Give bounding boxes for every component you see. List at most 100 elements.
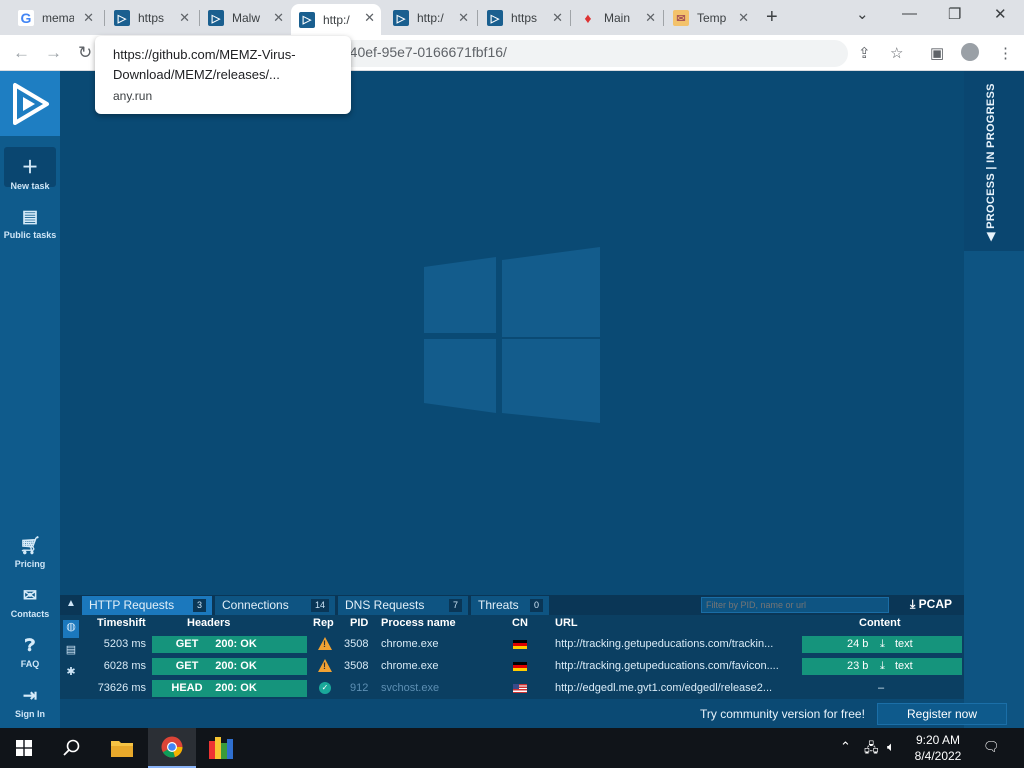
anyrun-sidebar: ＋ New task ▤ Public tasks 🛒︎ Pricing ✉ C… — [0, 71, 60, 728]
count-badge: 0 — [529, 599, 543, 612]
col-url: URL — [555, 617, 578, 629]
anyrun-logo[interactable] — [0, 71, 60, 136]
col-rep: Rep — [313, 617, 334, 629]
sidebar-item-sign-in[interactable]: ⇥ Sign In — [0, 686, 60, 719]
sidebar-item-faq[interactable]: ❓︎ FAQ — [0, 636, 60, 669]
sidebar-item-public-tasks[interactable]: ▤ Public tasks — [0, 207, 60, 240]
status-badge: GET 200: OK — [152, 658, 307, 675]
close-icon[interactable]: ✕ — [83, 10, 94, 26]
new-tab-button[interactable]: + — [766, 6, 778, 29]
tooltip-host: any.run — [113, 89, 153, 103]
close-icon[interactable]: ✕ — [179, 10, 190, 26]
forward-icon[interactable]: → — [45, 43, 62, 63]
pcap-button[interactable]: ⤓ PCAP — [910, 597, 952, 612]
browser-tab[interactable]: G mema ✕ — [10, 4, 100, 32]
start-button[interactable] — [0, 728, 48, 768]
count-badge: 3 — [192, 599, 206, 612]
network-icon[interactable]: 🖧︎ — [864, 739, 879, 761]
panel-side-nav: ◍ ▤ ✱ — [60, 615, 82, 699]
close-icon[interactable]: ✕ — [458, 10, 469, 26]
col-pid: PID — [350, 617, 369, 629]
globe-icon[interactable]: ◍ — [63, 620, 79, 638]
close-window-button[interactable]: ✕ — [994, 5, 1007, 23]
count-badge: 14 — [310, 599, 329, 612]
flag-de-icon — [513, 662, 527, 671]
windows-taskbar: ⌃ 🖧︎ 🔈︎ 9:20 AM 8/4/2022 🗨︎ — [0, 728, 1024, 768]
close-icon[interactable]: ✕ — [645, 10, 656, 26]
cart-icon: 🛒︎ — [19, 536, 41, 555]
taskbar-chrome[interactable] — [148, 728, 196, 768]
community-text[interactable]: Try community version for free! — [700, 707, 865, 721]
side-panel-icon[interactable]: ▣ — [930, 44, 944, 62]
browser-tab[interactable]: ▷ Malw ✕ — [200, 4, 290, 32]
browser-tab[interactable]: ▷ http:/ ✕ — [385, 4, 475, 32]
tab-title: http:/ — [323, 12, 350, 27]
tab-http-requests[interactable]: HTTP Requests 3 — [82, 596, 212, 615]
anyrun-icon: ▷ — [299, 11, 315, 28]
filter-input[interactable] — [701, 597, 889, 613]
table-row[interactable]: 6028 ms GET 200: OK 3508 chrome.exe http… — [82, 657, 962, 677]
mail-icon: ✉ — [22, 586, 38, 605]
sidebar-item-label: Sign In — [15, 709, 45, 719]
close-icon[interactable]: ✕ — [364, 10, 375, 26]
browser-tab[interactable]: ♦ Main ✕ — [572, 4, 662, 32]
sidebar-item-contacts[interactable]: ✉ Contacts — [0, 586, 60, 619]
back-icon[interactable]: ← — [13, 43, 30, 63]
vm-screen[interactable] — [60, 71, 964, 595]
table-row[interactable]: 73626 ms HEAD 200: OK ✓ 912 svchost.exe … — [82, 679, 962, 699]
content-badge[interactable]: 24 b ⤓ text — [802, 636, 962, 653]
menu-kebab-icon[interactable]: ⋮ — [998, 44, 1013, 62]
maximize-button[interactable]: ❐ — [948, 5, 961, 23]
download-icon: ⤓ — [880, 638, 885, 650]
windows-start-icon — [16, 740, 32, 756]
tab-connections[interactable]: Connections 14 — [215, 596, 335, 615]
col-cn: CN — [512, 617, 528, 629]
bug-icon[interactable]: ✱ — [63, 665, 79, 683]
sidebar-item-label: FAQ — [20, 659, 40, 669]
tab-title: http:/ — [417, 11, 444, 25]
anyrun-footer: Try community version for free! Register… — [60, 699, 1007, 728]
avg-antivirus-icon — [209, 737, 233, 759]
volume-icon[interactable]: 🔈︎ — [887, 739, 895, 755]
minimize-button[interactable]: — — [902, 5, 917, 22]
sidebar-item-pricing[interactable]: 🛒︎ Pricing — [0, 536, 60, 569]
file-icon[interactable]: ▤ — [63, 643, 79, 661]
chevron-up-icon[interactable]: ⌃ — [840, 739, 851, 755]
tab-threats[interactable]: Threats 0 — [471, 596, 549, 615]
profile-avatar[interactable] — [961, 43, 979, 61]
collapse-arrow-icon[interactable]: ▲ — [66, 598, 76, 609]
notification-icon[interactable]: 🗨︎ — [983, 739, 1000, 755]
browser-tab[interactable]: ▷ https ✕ — [479, 4, 569, 32]
tab-search-icon[interactable]: ⌄ — [856, 5, 869, 23]
share-icon[interactable]: ⇪ — [858, 44, 871, 62]
browser-tab[interactable]: ✉ Temp ✕ — [665, 4, 755, 32]
taskbar-app[interactable] — [197, 728, 245, 768]
process-panel: ◀ PROCESS | IN PROGRESS — [964, 71, 1024, 728]
table-row[interactable]: 5203 ms GET 200: OK 3508 chrome.exe http… — [82, 635, 962, 655]
search-button[interactable] — [48, 728, 96, 768]
tab-title: https — [138, 11, 165, 25]
tab-title: Temp — [697, 11, 727, 25]
tab-title: Malw — [232, 11, 261, 25]
bookmark-star-icon[interactable]: ☆ — [890, 44, 903, 62]
tab-title: mema — [42, 11, 74, 25]
content-badge[interactable]: 23 b ⤓ text — [802, 658, 962, 675]
browser-tab-active[interactable]: ▷ http:/ ✕ — [291, 4, 381, 35]
anyrun-icon: ▷ — [393, 10, 409, 26]
search-icon — [63, 739, 80, 756]
close-icon[interactable]: ✕ — [552, 10, 563, 26]
tab-dns-requests[interactable]: DNS Requests 7 — [338, 596, 468, 615]
close-icon[interactable]: ✕ — [273, 10, 284, 26]
col-process-name: Process name — [381, 617, 456, 629]
tooltip-url: https://github.com/MEMZ-Virus-Download/M… — [113, 47, 296, 82]
process-panel-toggle[interactable]: ◀ PROCESS | IN PROGRESS — [964, 71, 1024, 251]
taskbar-file-explorer[interactable] — [98, 728, 146, 768]
browser-tab[interactable]: ▷ https ✕ — [106, 4, 196, 32]
warning-icon — [318, 659, 332, 672]
taskbar-clock[interactable]: 9:20 AM 8/4/2022 — [905, 732, 971, 764]
address-bar-text: -40ef-95e7-0166671fbf16/ — [345, 44, 507, 60]
register-button[interactable]: Register now — [877, 703, 1007, 725]
sidebar-item-new-task[interactable]: ＋ New task — [0, 153, 60, 191]
close-icon[interactable]: ✕ — [738, 10, 749, 26]
reload-icon[interactable]: ↻ — [78, 43, 92, 63]
